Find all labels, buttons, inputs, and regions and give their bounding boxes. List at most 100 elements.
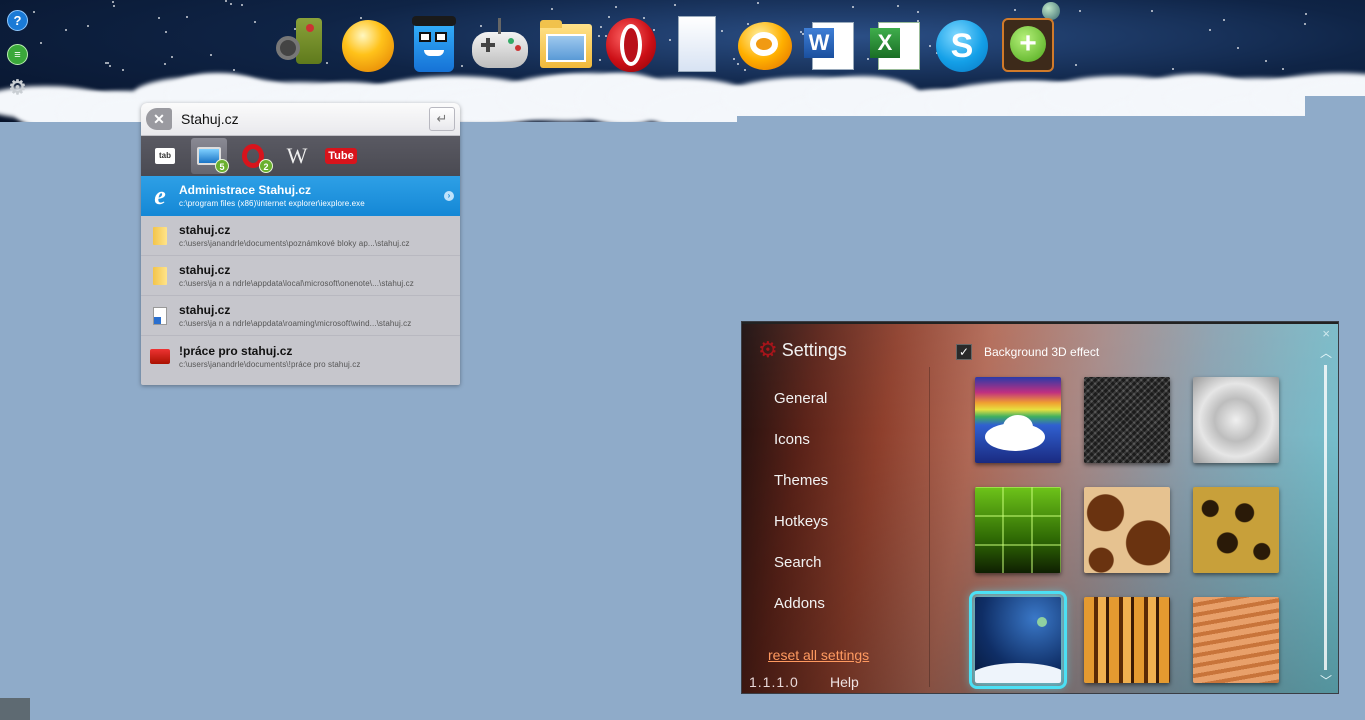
star-decoration <box>157 17 160 20</box>
dock-edge <box>737 116 1365 124</box>
list-item[interactable]: stahuj.cz c:\users\janandrle\documents\p… <box>141 216 460 256</box>
gear-icon[interactable]: ⚙ <box>7 77 28 99</box>
star-decoration <box>756 1 759 4</box>
star-decoration <box>1079 9 1082 12</box>
gear-icon: ⚙ <box>758 337 778 362</box>
theme-green-grid[interactable] <box>975 487 1061 573</box>
tab-youtube[interactable]: Tube <box>323 138 359 174</box>
dock-icon-bar: W X S + <box>270 12 1058 78</box>
tab-key[interactable]: tab <box>147 138 183 174</box>
result-title: stahuj.cz <box>179 223 231 237</box>
theme-rainbow-clouds[interactable] <box>975 377 1061 463</box>
checkbox-icon[interactable]: ✓ <box>956 344 972 360</box>
settings-nav: General Icons Themes Hotkeys Search Addo… <box>774 390 828 636</box>
result-list: e Administrace Stahuj.cz c:\program file… <box>141 176 460 376</box>
settings-top-border <box>742 322 1338 324</box>
theme-brushed-metal[interactable] <box>1193 377 1279 463</box>
theme-giraffe-fur[interactable] <box>1084 487 1170 573</box>
theme-sand-dunes[interactable] <box>1193 597 1279 683</box>
chevron-right-icon[interactable]: › <box>444 190 454 201</box>
help-link[interactable]: Help <box>830 674 859 690</box>
star-decoration <box>254 21 257 24</box>
star-decoration <box>1209 29 1212 32</box>
star-decoration <box>614 6 617 9</box>
tab-key-icon: tab <box>155 148 175 164</box>
add-icon[interactable]: + <box>996 12 1058 78</box>
tab-opera[interactable]: 2 <box>235 138 273 174</box>
list-item[interactable]: stahuj.cz c:\users\ja n a ndrle\appdata\… <box>141 296 460 336</box>
close-button[interactable]: × <box>1322 326 1330 341</box>
star-decoration <box>1237 47 1240 50</box>
gom-player-icon[interactable] <box>732 12 794 78</box>
divider <box>929 367 930 687</box>
star-decoration <box>240 3 243 6</box>
star-decoration <box>113 4 116 7</box>
star-decoration <box>108 64 111 67</box>
star-decoration <box>164 31 167 34</box>
result-title: Administrace Stahuj.cz <box>179 183 312 197</box>
nav-themes[interactable]: Themes <box>774 472 828 513</box>
star-decoration <box>1304 13 1307 16</box>
star-decoration <box>185 15 188 18</box>
help-icon[interactable]: ? <box>7 10 28 31</box>
star-decoration <box>1265 60 1268 63</box>
result-path: c:\users\ja n a ndrle\appdata\roaming\mi… <box>179 319 412 328</box>
skype-icon[interactable]: S <box>930 12 992 78</box>
nav-general[interactable]: General <box>774 390 828 431</box>
star-decoration <box>1303 22 1306 25</box>
settings-window: ⚙ Settings General Icons Themes Hotkeys … <box>741 321 1339 694</box>
media-player-icon[interactable] <box>270 12 332 78</box>
launcher-header: ✕ Stahuj.cz ↵ <box>141 103 460 136</box>
search-launcher: ✕ Stahuj.cz ↵ tab 5 2 W Tube e Administr… <box>141 103 460 385</box>
scroll-down-icon[interactable]: ﹀ <box>1320 672 1332 689</box>
tab-computer[interactable]: 5 <box>191 138 229 174</box>
result-title: stahuj.cz <box>179 263 231 277</box>
theme-space-clouds[interactable] <box>969 591 1067 689</box>
star-decoration <box>224 0 227 3</box>
shortcut-icon <box>153 306 167 325</box>
opera-icon[interactable] <box>600 12 662 78</box>
scrollbar[interactable] <box>1324 365 1327 670</box>
reset-all-settings-link[interactable]: reset all settings <box>768 647 869 663</box>
settings-title: ⚙ Settings <box>758 337 847 363</box>
theme-carbon-mesh[interactable] <box>1084 377 1170 463</box>
nav-icons[interactable]: Icons <box>774 431 828 472</box>
list-item[interactable]: e Administrace Stahuj.cz c:\program file… <box>141 176 460 216</box>
nav-hotkeys[interactable]: Hotkeys <box>774 513 828 554</box>
theme-tiger-fur[interactable] <box>1084 597 1170 683</box>
close-icon: ✕ <box>146 108 172 130</box>
star-decoration <box>209 54 212 57</box>
blank-document-icon[interactable] <box>666 12 728 78</box>
star-decoration <box>170 55 173 58</box>
list-item[interactable]: !práce pro stahuj.cz c:\users\janandrle\… <box>141 336 460 376</box>
list-item[interactable]: stahuj.cz c:\users\ja n a ndrle\appdata\… <box>141 256 460 296</box>
star-decoration <box>1171 67 1174 70</box>
star-decoration <box>230 2 233 5</box>
scroll-up-icon[interactable]: ︿ <box>1320 344 1332 361</box>
result-path: c:\users\ja n a ndrle\appdata\local\micr… <box>179 279 414 288</box>
folder-icon[interactable] <box>534 12 596 78</box>
version-label: 1.1.1.0 <box>749 674 799 690</box>
gamepad-icon[interactable] <box>468 12 530 78</box>
orange-orb-icon[interactable] <box>336 12 398 78</box>
theme-leopard-fur[interactable] <box>1193 487 1279 573</box>
result-path: c:\users\janandrle\documents\poznámkové … <box>179 239 410 248</box>
star-decoration <box>1151 10 1154 13</box>
nav-addons[interactable]: Addons <box>774 595 828 636</box>
clear-query-button[interactable]: ✕ <box>146 108 172 130</box>
tab-wikipedia[interactable]: W <box>279 138 315 174</box>
chat-icon[interactable]: ≡ <box>7 44 28 65</box>
theme-grid <box>969 377 1279 689</box>
star-decoration <box>232 68 235 71</box>
background-3d-checkbox[interactable]: ✓ Background 3D effect <box>956 344 1099 360</box>
result-path: c:\users\janandrle\documents\!práce pro … <box>179 359 361 369</box>
robot-character-icon[interactable] <box>402 12 464 78</box>
star-decoration <box>674 3 677 6</box>
nav-search[interactable]: Search <box>774 554 828 595</box>
enter-button[interactable]: ↵ <box>429 107 455 131</box>
star-decoration <box>1223 18 1226 21</box>
search-input[interactable]: Stahuj.cz <box>181 111 429 127</box>
star-decoration <box>122 69 125 72</box>
excel-icon[interactable]: X <box>864 12 926 78</box>
word-icon[interactable]: W <box>798 12 860 78</box>
